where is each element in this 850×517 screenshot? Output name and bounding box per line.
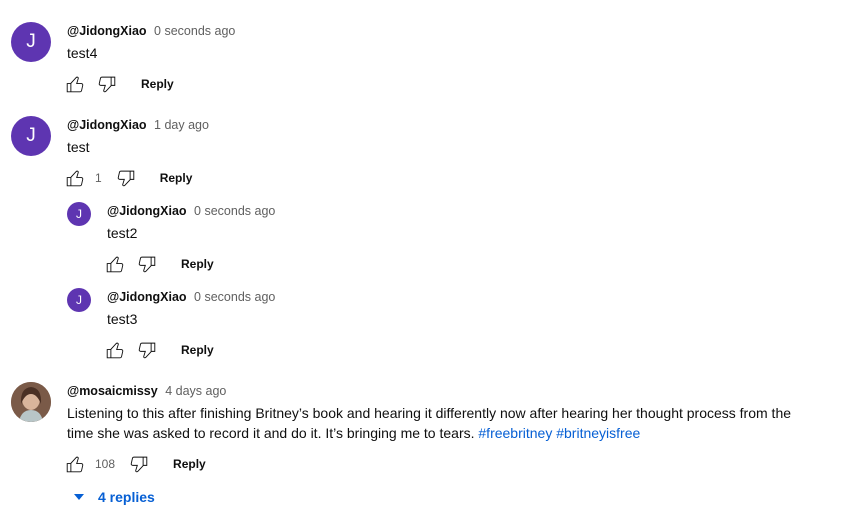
reply-button[interactable]: Reply — [173, 457, 206, 471]
comment-author[interactable]: @mosaicmissy — [67, 384, 158, 398]
thumbs-down-icon[interactable] — [114, 166, 138, 190]
thumbs-down-icon[interactable] — [135, 252, 159, 276]
reply-button[interactable]: Reply — [141, 77, 174, 91]
avatar-letter: J — [76, 207, 82, 221]
reply-timestamp[interactable]: 0 seconds ago — [194, 290, 275, 304]
avatar[interactable]: J — [11, 22, 51, 62]
avatar-letter: J — [26, 125, 36, 146]
comment-header: @JidongXiao 1 day ago — [67, 118, 209, 132]
thumbs-up-icon[interactable] — [63, 72, 87, 96]
reply-button[interactable]: Reply — [181, 257, 214, 271]
hashtag-link[interactable]: #britneyisfree — [556, 425, 640, 441]
avatar[interactable] — [11, 382, 51, 422]
reply-text: test2 — [107, 225, 138, 241]
thumbs-up-icon[interactable] — [103, 338, 127, 362]
avatar[interactable]: J — [67, 288, 91, 312]
comment-text-segment: time she was asked to record it and do i… — [67, 425, 479, 441]
reply-actions: Reply — [103, 252, 214, 276]
comment-header: @JidongXiao 0 seconds ago — [67, 24, 235, 38]
comment-timestamp[interactable]: 0 seconds ago — [154, 24, 235, 38]
avatar[interactable]: J — [11, 116, 51, 156]
reply-author[interactable]: @JidongXiao — [107, 204, 187, 218]
comment-text: test — [67, 139, 90, 155]
reply-header: @JidongXiao 0 seconds ago — [107, 290, 275, 304]
thumbs-down-icon[interactable] — [127, 452, 151, 476]
comment-text-line: Listening to this after finishing Britne… — [67, 405, 792, 421]
reply-header: @JidongXiao 0 seconds ago — [107, 204, 275, 218]
hashtag-link[interactable]: #freebritney — [478, 425, 552, 441]
comment-header: @mosaicmissy 4 days ago — [67, 384, 226, 398]
thumbs-up-icon[interactable] — [103, 252, 127, 276]
replies-count-label: 4 replies — [98, 489, 155, 505]
comment-actions: 1 Reply — [63, 166, 192, 190]
reply-button[interactable]: Reply — [181, 343, 214, 357]
caret-down-icon — [74, 494, 84, 500]
thumbs-up-icon[interactable] — [63, 452, 87, 476]
like-count: 108 — [95, 457, 116, 471]
view-replies-button[interactable]: 4 replies — [74, 489, 155, 505]
comment-author[interactable]: @JidongXiao — [67, 24, 147, 38]
thumbs-up-icon[interactable] — [63, 166, 87, 190]
profile-photo-icon — [11, 382, 51, 422]
reply-button[interactable]: Reply — [160, 171, 193, 185]
comment-text: Listening to this after finishing Britne… — [67, 403, 827, 443]
like-count: 1 — [95, 171, 102, 185]
avatar-letter: J — [76, 293, 82, 307]
reply-actions: Reply — [103, 338, 214, 362]
comment-timestamp[interactable]: 1 day ago — [154, 118, 209, 132]
comment-author[interactable]: @JidongXiao — [67, 118, 147, 132]
thumbs-down-icon[interactable] — [95, 72, 119, 96]
comment-text-line: time she was asked to record it and do i… — [67, 423, 827, 443]
comment-actions: Reply — [63, 72, 174, 96]
reply-text: test3 — [107, 311, 138, 327]
reply-timestamp[interactable]: 0 seconds ago — [194, 204, 275, 218]
comment-actions: 108 Reply — [63, 452, 206, 476]
comment-timestamp[interactable]: 4 days ago — [165, 384, 226, 398]
reply-author[interactable]: @JidongXiao — [107, 290, 187, 304]
avatar[interactable]: J — [67, 202, 91, 226]
comment-text: test4 — [67, 45, 98, 61]
avatar-letter: J — [26, 31, 36, 52]
thumbs-down-icon[interactable] — [135, 338, 159, 362]
